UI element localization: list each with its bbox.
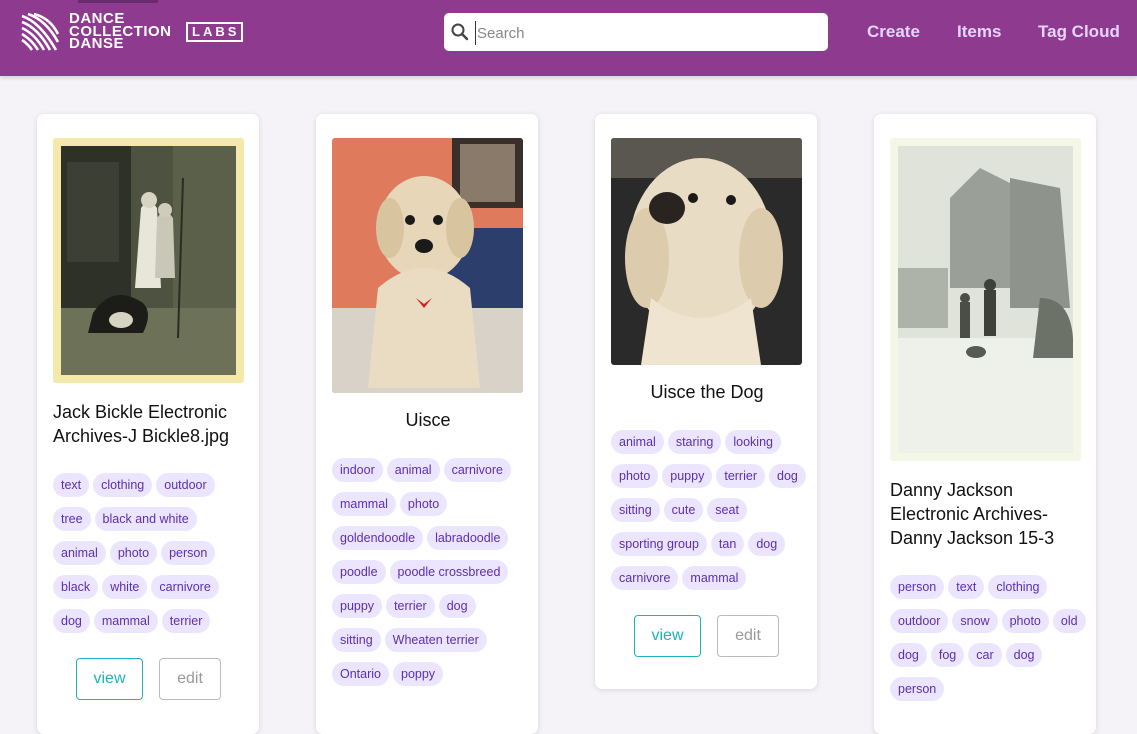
tag[interactable]: indoor [332, 458, 383, 482]
item-card: Uisce the Dog animal staring looking photo p… [595, 114, 817, 689]
dog-closeup-image [611, 138, 802, 365]
tag[interactable]: Wheaten terrier [384, 628, 487, 652]
vintage-street-photo-image [890, 138, 1081, 461]
tag[interactable]: fog [930, 643, 965, 667]
tag[interactable]: outdoor [890, 609, 949, 633]
tag[interactable]: dog [748, 532, 786, 556]
tag[interactable]: animal [53, 541, 106, 565]
search-icon [451, 23, 469, 41]
item-title[interactable]: Uisce [332, 408, 524, 432]
nav-tag-cloud[interactable]: Tag Cloud [1038, 22, 1120, 42]
view-button[interactable]: view [634, 615, 701, 657]
tag[interactable]: mammal [332, 492, 396, 516]
top-navbar: DANCE COLLECTION DANSE LABS Create Items… [0, 0, 1137, 76]
tag[interactable]: poodle crossbreed [389, 560, 509, 584]
tag-list: person text clothingoutdoor snow photo olddog… [890, 575, 1090, 711]
tag[interactable]: mammal [93, 609, 158, 633]
tag[interactable]: sporting group [611, 532, 707, 556]
tag[interactable]: photo [109, 541, 158, 565]
tag[interactable]: seat [707, 498, 747, 522]
tag[interactable]: tan [710, 532, 745, 556]
tag[interactable]: outdoor [156, 473, 215, 497]
vintage-photo-image [53, 138, 244, 383]
edit-button[interactable]: edit [717, 615, 779, 657]
navbar-accent [78, 0, 158, 3]
tag[interactable]: text [948, 575, 985, 599]
item-card: Danny Jackson Electronic Archives-Danny … [874, 114, 1096, 734]
item-image[interactable] [611, 138, 802, 365]
tag-list: indoor animal carnivore mammal photo goldendo… [332, 458, 532, 696]
view-button[interactable]: view [76, 658, 143, 700]
tag[interactable]: dog [53, 609, 90, 633]
tag[interactable]: tree [53, 507, 91, 531]
tag[interactable]: dog [1005, 643, 1043, 667]
tag[interactable]: puppy [332, 594, 383, 618]
brand-logo[interactable]: DANCE COLLECTION DANSE [20, 12, 172, 52]
nav-items[interactable]: Items [957, 22, 1001, 42]
tag[interactable]: sitting [611, 498, 660, 522]
tag[interactable]: clothing [988, 575, 1048, 599]
search-box[interactable] [444, 13, 828, 51]
tag[interactable]: carnivore [611, 566, 679, 590]
tag[interactable]: photo [1001, 609, 1049, 633]
tag[interactable]: animal [611, 430, 664, 454]
tag[interactable]: photo [399, 492, 448, 516]
tag[interactable]: dog [769, 464, 806, 488]
tag[interactable]: labradoodle [427, 526, 509, 550]
brand-wordmark: DANCE COLLECTION DANSE [69, 12, 172, 53]
item-card: Uisce indoor animal carnivore mammal photo go… [316, 114, 538, 734]
tag[interactable]: carnivore [151, 575, 219, 599]
item-image[interactable] [53, 138, 244, 383]
tag[interactable]: person [161, 541, 216, 565]
edit-button[interactable]: edit [159, 658, 221, 700]
search-input[interactable] [475, 21, 819, 45]
tag[interactable]: Ontario [332, 662, 389, 686]
item-title[interactable]: Uisce the Dog [611, 380, 803, 404]
tag[interactable]: terrier [716, 464, 765, 488]
tag[interactable]: goldendoodle [332, 526, 424, 550]
tag[interactable]: cute [663, 498, 704, 522]
tag[interactable]: black [53, 575, 99, 599]
tag[interactable]: animal [386, 458, 440, 482]
tag[interactable]: old [1052, 609, 1086, 633]
tag[interactable]: mammal [682, 566, 747, 590]
tag[interactable]: dog [890, 643, 927, 667]
tag[interactable]: poodle [332, 560, 386, 584]
tag[interactable]: clothing [93, 473, 153, 497]
labs-badge: LABS [186, 22, 244, 42]
item-title[interactable]: Jack Bickle Electronic Archives-J Bickle… [53, 400, 245, 448]
tag[interactable]: staring [667, 430, 722, 454]
tag[interactable]: white [102, 575, 148, 599]
item-card: Jack Bickle Electronic Archives-J Bickle… [37, 114, 259, 734]
tag[interactable]: poppy [393, 662, 444, 686]
brand-line: DANSE [69, 35, 125, 53]
nav-create[interactable]: Create [867, 22, 920, 42]
tag[interactable]: snow [952, 609, 998, 633]
tag[interactable]: text [53, 473, 90, 497]
item-image[interactable] [890, 138, 1081, 461]
brand-swirl-icon [21, 12, 60, 51]
tag[interactable]: carnivore [443, 458, 511, 482]
tag[interactable]: terrier [386, 594, 435, 618]
tag[interactable]: dog [438, 594, 476, 618]
tag[interactable]: person [890, 677, 945, 701]
tag[interactable]: person [890, 575, 945, 599]
tag[interactable]: terrier [161, 609, 211, 633]
tag[interactable]: puppy [662, 464, 713, 488]
tag[interactable]: looking [725, 430, 781, 454]
tag[interactable]: sitting [332, 628, 381, 652]
tag-list: animal staring lookingphoto puppy terrier dog… [611, 430, 811, 600]
tag[interactable]: photo [611, 464, 659, 488]
item-title[interactable]: Danny Jackson Electronic Archives-Danny … [890, 478, 1082, 550]
tag[interactable]: car [968, 643, 1002, 667]
dog-photo-image [332, 138, 523, 393]
item-image[interactable] [332, 138, 523, 393]
tag-list: text clothing outdoor tree black and white an… [53, 473, 253, 643]
tag[interactable]: black and white [94, 507, 197, 531]
